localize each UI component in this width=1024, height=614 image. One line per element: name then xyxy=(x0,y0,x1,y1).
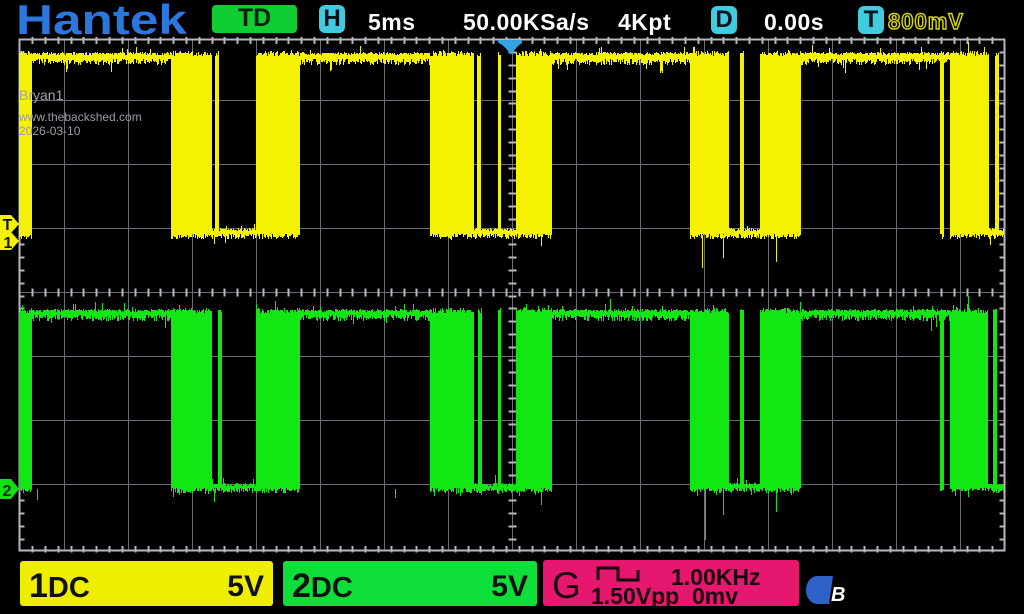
svg-text:2: 2 xyxy=(3,483,12,500)
svg-text:1: 1 xyxy=(4,235,13,252)
svg-text:T: T xyxy=(3,217,13,234)
svg-text:B: B xyxy=(831,584,845,606)
